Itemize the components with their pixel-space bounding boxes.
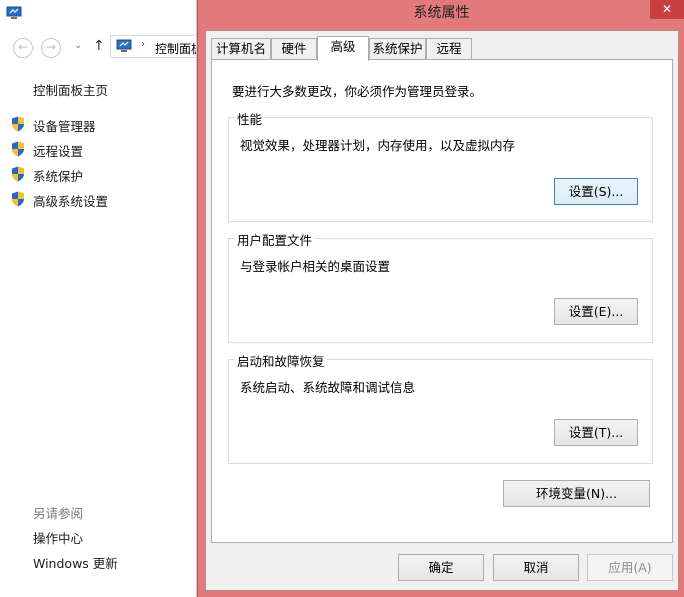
environment-variables-button[interactable]: 环境变量(N)... (503, 480, 650, 507)
user-profiles-group: 用户配置文件 与登录帐户相关的桌面设置 设置(E)... (228, 230, 653, 343)
startup-recovery-settings-button[interactable]: 设置(T)... (554, 419, 638, 446)
dialog-body: 计算机名 硬件 高级 系统保护 远程 要进行大多数更改，你必须作为管理员登录。 … (205, 30, 679, 591)
user-profiles-group-label: 用户配置文件 (235, 230, 315, 249)
control-panel-titlebar (0, 0, 200, 28)
up-arrow-icon[interactable]: ↑ (93, 38, 105, 54)
sidebar-item-system-protection[interactable]: 系统保护 (33, 166, 83, 185)
close-icon[interactable]: ✕ (650, 0, 684, 19)
advanced-tab-panel: 要进行大多数更改，你必须作为管理员登录。 性能 视觉效果，处理器计划，内存使用，… (211, 59, 673, 543)
uac-shield-icon (12, 141, 24, 157)
tab-computer-name[interactable]: 计算机名 (211, 38, 271, 59)
sidebar-item-device-manager[interactable]: 设备管理器 (33, 116, 96, 135)
performance-description: 视觉效果，处理器计划，内存使用，以及虚拟内存 (240, 138, 516, 153)
sidebar-item-remote-settings[interactable]: 远程设置 (33, 141, 83, 160)
see-also-action-center[interactable]: 操作中心 (33, 528, 83, 547)
breadcrumb-chevron-icon: › (141, 39, 145, 50)
user-profiles-settings-button[interactable]: 设置(E)... (554, 298, 638, 325)
startup-recovery-group-label: 启动和故障恢复 (235, 351, 327, 370)
tab-advanced[interactable]: 高级 (317, 36, 369, 61)
tab-system-protection[interactable]: 系统保护 (369, 38, 426, 59)
admin-notice: 要进行大多数更改，你必须作为管理员登录。 (232, 84, 483, 99)
performance-group-label: 性能 (235, 109, 265, 128)
address-bar[interactable]: › 控制面板 (110, 35, 203, 58)
startup-recovery-description: 系统启动、系统故障和调试信息 (240, 380, 416, 395)
back-arrow-icon[interactable]: ← (13, 38, 33, 58)
sidebar-item-advanced-system-settings[interactable]: 高级系统设置 (33, 191, 108, 210)
performance-group: 性能 视觉效果，处理器计划，内存使用，以及虚拟内存 设置(S)... (228, 109, 653, 222)
performance-settings-button[interactable]: 设置(S)... (554, 178, 638, 205)
uac-shield-icon (12, 166, 24, 182)
see-also-windows-update[interactable]: Windows 更新 (33, 553, 118, 572)
dialog-title: 系统属性 (413, 5, 470, 21)
ok-button[interactable]: 确定 (398, 554, 484, 581)
uac-shield-icon (12, 191, 24, 207)
forward-arrow-icon[interactable]: → (41, 38, 61, 58)
recent-chevron-down-icon[interactable]: ⌄ (74, 40, 82, 51)
control-panel-icon (116, 39, 132, 52)
see-also-heading: 另请参阅 (33, 506, 84, 521)
system-properties-dialog: 系统属性 ✕ 计算机名 硬件 高级 系统保护 远程 要进行大多数更改，你必须作为… (197, 0, 684, 597)
tab-remote[interactable]: 远程 (426, 38, 472, 59)
computer-icon (6, 6, 22, 19)
apply-button[interactable]: 应用(A) (587, 554, 673, 581)
tab-hardware[interactable]: 硬件 (271, 38, 317, 59)
startup-recovery-group: 启动和故障恢复 系统启动、系统故障和调试信息 设置(T)... (228, 351, 653, 464)
uac-shield-icon (12, 116, 24, 132)
cancel-button[interactable]: 取消 (493, 554, 579, 581)
sidebar-item-control-panel-home[interactable]: 控制面板主页 (33, 80, 108, 99)
user-profiles-description: 与登录帐户相关的桌面设置 (240, 259, 391, 274)
